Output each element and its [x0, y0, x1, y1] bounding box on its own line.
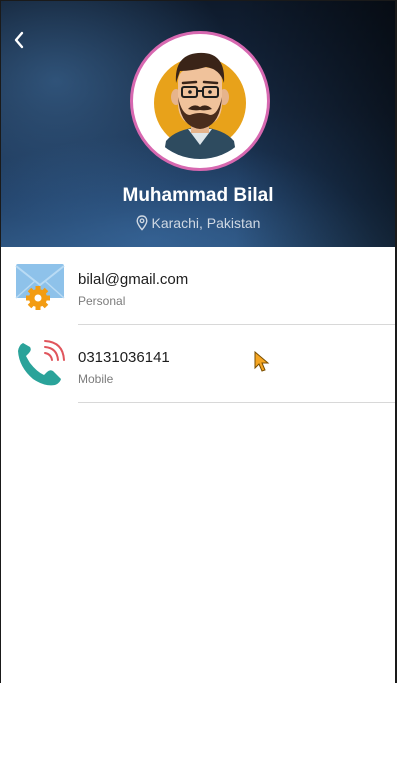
email-value: bilal@gmail.com [78, 271, 189, 288]
profile-location: Karachi, Pakistan [1, 215, 395, 231]
email-settings-icon [15, 264, 65, 310]
profile-header: Muhammad Bilal Karachi, Pakistan [1, 1, 395, 247]
contact-row-phone[interactable]: 03131036141 Mobile [1, 325, 395, 403]
map-pin-icon [136, 215, 148, 231]
chevron-left-icon [14, 31, 24, 49]
contact-detail-screen: Muhammad Bilal Karachi, Pakistan bilal@g… [0, 0, 397, 683]
profile-name: Muhammad Bilal [122, 185, 274, 206]
contact-list: bilal@gmail.com Personal 03131036141 Mob… [1, 247, 395, 403]
contact-row-email[interactable]: bilal@gmail.com Personal [1, 247, 395, 325]
avatar-illustration-icon [142, 43, 258, 159]
phone-icon [18, 340, 65, 386]
mouse-cursor-icon [254, 351, 270, 372]
location-text: Karachi, Pakistan [151, 215, 261, 231]
avatar[interactable] [130, 31, 270, 171]
divider [78, 402, 395, 403]
back-button[interactable] [7, 27, 31, 53]
phone-type: Mobile [78, 372, 114, 386]
phone-value: 03131036141 [78, 349, 170, 366]
email-type: Personal [78, 294, 126, 308]
